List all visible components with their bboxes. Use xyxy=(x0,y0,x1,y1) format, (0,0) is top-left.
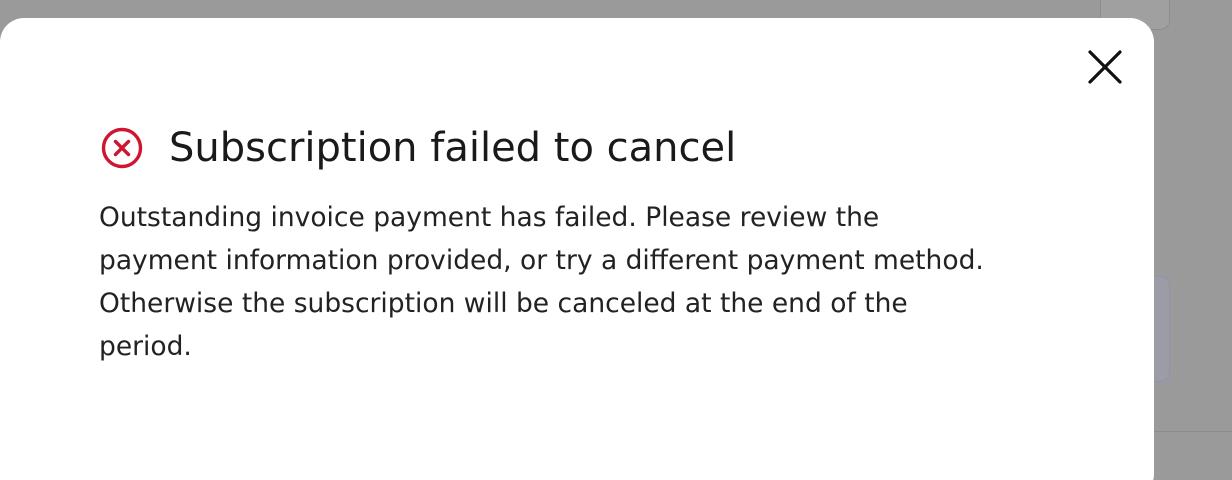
close-icon xyxy=(1088,50,1122,84)
error-dialog: Subscription failed to cancel Outstandin… xyxy=(0,18,1154,480)
close-button[interactable] xyxy=(1082,44,1128,90)
background-divider xyxy=(1150,431,1232,432)
dialog-message: Outstanding invoice payment has failed. … xyxy=(99,202,984,362)
dialog-title: Subscription failed to cancel xyxy=(169,125,737,171)
error-circle-x-icon xyxy=(100,126,144,170)
dialog-header: Subscription failed to cancel xyxy=(100,122,736,174)
